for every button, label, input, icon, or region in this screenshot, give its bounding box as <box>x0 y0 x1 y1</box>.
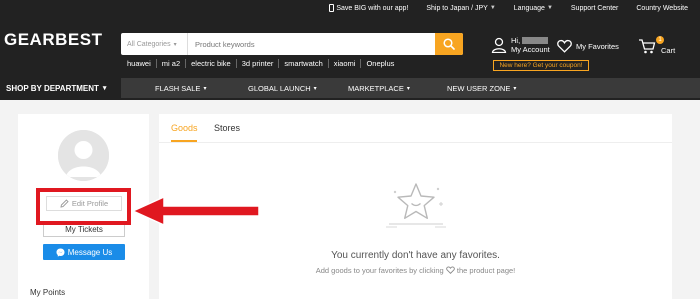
shop-by-department-menu[interactable]: SHOP BY DEPARTMENT ▾ <box>0 78 121 98</box>
greeting-text: Hi, <box>511 36 521 45</box>
chevron-down-icon: ▾ <box>513 85 517 92</box>
my-points-link[interactable]: My Points <box>30 288 65 297</box>
search-icon <box>443 38 455 50</box>
nav-link-label: FLASH SALE <box>155 83 201 93</box>
site-logo[interactable]: GEARBEST <box>4 30 102 50</box>
department-label: SHOP BY DEPARTMENT <box>6 83 99 93</box>
hot-search-link[interactable]: electric bike <box>185 59 236 68</box>
cart-link[interactable]: 1 Cart <box>638 36 675 55</box>
category-select[interactable]: All Categories ▾ <box>121 33 188 55</box>
my-account-link[interactable]: Hi, My Account <box>491 36 550 54</box>
app-download-link[interactable]: Save BIG with our app! <box>329 4 408 12</box>
search-button[interactable] <box>435 33 463 55</box>
language-selector[interactable]: Language ▼ <box>514 5 553 12</box>
nav-marketplace[interactable]: MARKETPLACE ▾ <box>348 78 410 98</box>
support-label: Support Center <box>570 4 619 12</box>
masked-username <box>522 37 549 44</box>
hot-search-link[interactable]: mi a2 <box>155 59 185 68</box>
category-label: All Categories <box>127 40 171 48</box>
main-nav: SHOP BY DEPARTMENT ▾ FLASH SALE ▾ GLOBAL… <box>0 78 700 98</box>
nav-link-label: GLOBAL LAUNCH <box>248 83 311 93</box>
hot-search-link[interactable]: huawei <box>127 59 156 68</box>
active-tab-indicator <box>171 140 197 142</box>
message-us-label: Message Us <box>67 247 113 257</box>
nav-link-label: MARKETPLACE <box>348 83 404 93</box>
chevron-down-icon: ▾ <box>102 85 107 92</box>
nav-new-user-zone[interactable]: NEW USER ZONE ▾ <box>447 78 516 98</box>
my-favorites-label: My Favorites <box>576 41 619 51</box>
hot-search-link[interactable]: smartwatch <box>278 59 327 68</box>
edit-profile-highlight-box <box>36 188 131 225</box>
messenger-icon <box>56 248 65 257</box>
cart-icon <box>639 38 656 53</box>
heart-icon <box>446 266 455 274</box>
empty-star-icon <box>386 183 446 228</box>
country-website-selector[interactable]: Country Website <box>636 5 688 12</box>
language-label: Language <box>513 4 545 12</box>
chevron-down-icon: ▾ <box>406 85 410 92</box>
cart-count-badge: 1 <box>656 36 664 44</box>
empty-sub-after: the product page! <box>456 266 516 275</box>
chevron-down-icon: ▼ <box>546 5 553 11</box>
phone-icon <box>329 4 335 12</box>
chevron-down-icon: ▾ <box>313 85 317 92</box>
arrow-annotation <box>131 195 260 227</box>
hot-search-link[interactable]: xiaomi <box>327 59 361 68</box>
nav-global-launch[interactable]: GLOBAL LAUNCH ▾ <box>248 78 317 98</box>
tab-stores[interactable]: Stores <box>214 123 240 133</box>
coupon-link[interactable]: New here? Get your coupon! <box>493 60 589 71</box>
support-center-link[interactable]: Support Center <box>571 5 618 12</box>
empty-state-subtitle: Add goods to your favorites by clicking … <box>159 266 672 275</box>
search-input[interactable] <box>191 33 431 55</box>
hot-search-list: huawei mi a2 electric bike 3d printer sm… <box>127 59 399 68</box>
default-avatar-icon <box>58 130 109 181</box>
chevron-down-icon: ▼ <box>489 5 496 11</box>
my-account-label: My Account <box>511 45 550 54</box>
hot-search-link[interactable]: 3d printer <box>235 59 279 68</box>
utility-bar: Save BIG with our app! Ship to Japan / J… <box>329 0 700 16</box>
search-bar: All Categories ▾ <box>121 33 463 55</box>
heart-icon <box>557 39 572 53</box>
nav-flash-sale[interactable]: FLASH SALE ▾ <box>155 78 206 98</box>
ship-to-label: Ship to Japan / JPY <box>426 4 488 12</box>
chevron-down-icon: ▾ <box>173 41 177 48</box>
avatar[interactable] <box>58 130 109 181</box>
country-label: Country Website <box>636 4 688 12</box>
user-icon <box>491 37 507 53</box>
nav-link-label: NEW USER ZONE <box>447 83 511 93</box>
cart-label: Cart <box>661 46 676 55</box>
empty-sub-before: Add goods to your favorites by clicking <box>315 266 444 275</box>
empty-state-title: You currently don't have any favorites. <box>331 250 500 261</box>
hot-search-link[interactable]: Oneplus <box>360 59 399 68</box>
tab-goods[interactable]: Goods <box>171 123 198 133</box>
favorites-tabs: Goods Stores <box>159 114 672 143</box>
message-us-button[interactable]: Message Us <box>43 244 125 260</box>
my-favorites-link[interactable]: My Favorites <box>557 39 619 53</box>
chevron-down-icon: ▾ <box>203 85 207 92</box>
ship-to-selector[interactable]: Ship to Japan / JPY ▼ <box>426 5 495 12</box>
app-download-label: Save BIG with our app! <box>336 4 409 12</box>
